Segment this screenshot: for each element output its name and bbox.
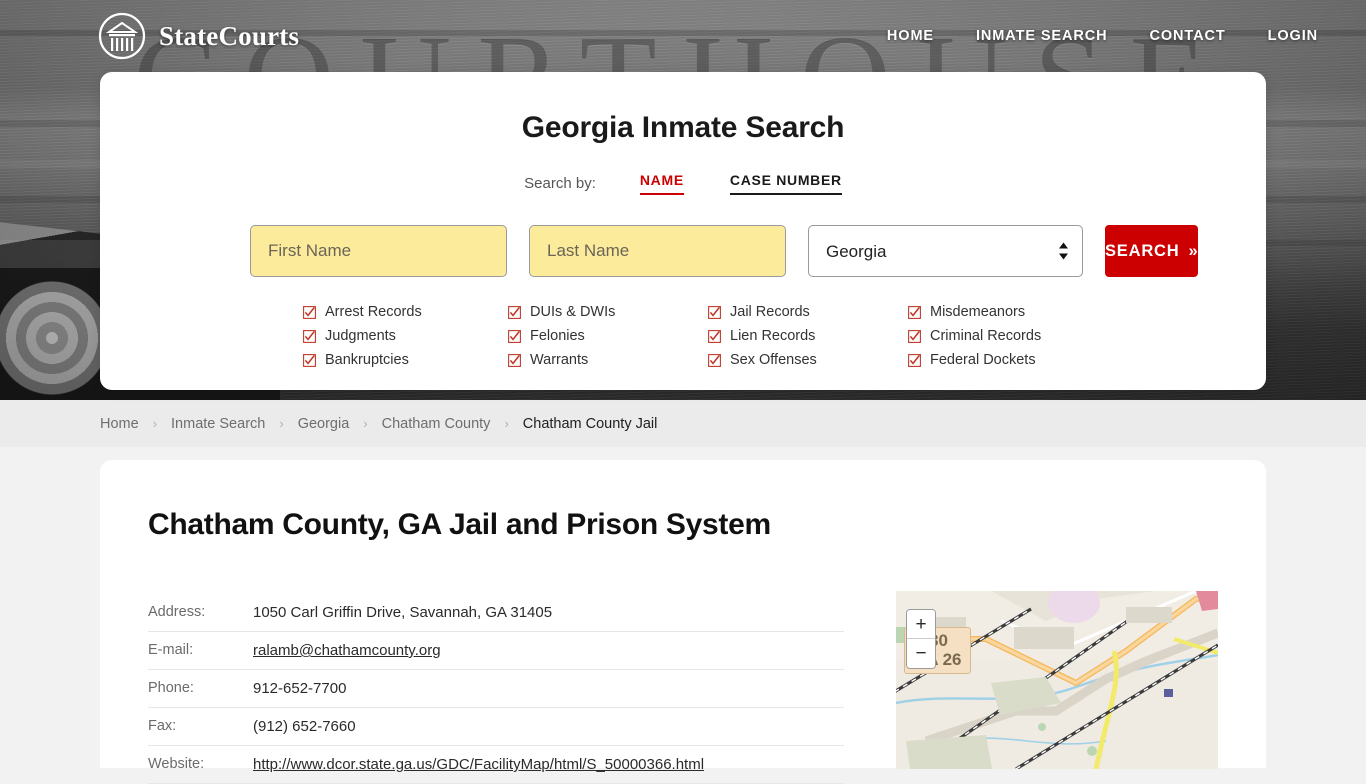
map-zoom-controls: + − <box>906 609 936 669</box>
checkbox-label: Misdemeanors <box>930 304 1026 320</box>
checked-checkbox-icon <box>303 305 316 319</box>
checked-checkbox-icon <box>908 329 921 343</box>
checkbox-label: Bankruptcies <box>325 352 409 368</box>
checkbox-federal-dockets[interactable]: Federal Dockets <box>908 351 1063 369</box>
double-chevron-right-icon: » <box>1188 241 1199 260</box>
facility-content-card: Chatham County, GA Jail and Prison Syste… <box>100 460 1266 784</box>
map-tiles <box>896 591 1218 769</box>
top-bar: StateCourts HOME INMATE SEARCH CONTACT L… <box>0 0 1366 72</box>
checkbox-label: Felonies <box>530 328 585 344</box>
map-zoom-out-button[interactable]: − <box>907 639 935 668</box>
state-select-wrapper: Georgia <box>808 225 1083 277</box>
checkbox-lien-records[interactable]: Lien Records <box>708 327 908 345</box>
detail-value-website: http://www.dcor.state.ga.us/GDC/Facility… <box>253 746 844 784</box>
checked-checkbox-icon <box>303 329 316 343</box>
checkbox-jail-records[interactable]: Jail Records <box>708 303 908 321</box>
search-card-title: Georgia Inmate Search <box>521 111 845 144</box>
checkbox-warrants[interactable]: Warrants <box>508 351 708 369</box>
checkbox-label: Criminal Records <box>930 328 1042 344</box>
checkbox-bankruptcies[interactable]: Bankruptcies <box>303 351 508 369</box>
facility-details-table: Address: 1050 Carl Griffin Drive, Savann… <box>148 594 844 784</box>
detail-value-email: ralamb@chathamcounty.org <box>253 632 844 670</box>
website-link[interactable]: http://www.dcor.state.ga.us/GDC/Facility… <box>253 756 704 773</box>
map-zoom-in-button[interactable]: + <box>907 610 935 639</box>
detail-label-fax: Fax: <box>148 718 177 734</box>
table-row: Phone: 912-652-7700 <box>148 670 844 708</box>
checkbox-label: DUIs & DWIs <box>530 304 616 320</box>
checkbox-label: Judgments <box>325 328 396 344</box>
checkbox-label: Federal Dockets <box>930 352 1036 368</box>
table-row: Website: http://www.dcor.state.ga.us/GDC… <box>148 746 844 784</box>
page-title: Chatham County, GA Jail and Prison Syste… <box>148 508 771 541</box>
detail-label-phone: Phone: <box>148 680 194 696</box>
checked-checkbox-icon <box>508 305 521 319</box>
detail-value-address: 1050 Carl Griffin Drive, Savannah, GA 31… <box>253 604 553 621</box>
last-name-input[interactable] <box>529 225 786 277</box>
checkbox-arrest-records[interactable]: Arrest Records <box>303 303 508 321</box>
email-link[interactable]: ralamb@chathamcounty.org <box>253 642 441 659</box>
breadcrumb-item-inmate-search[interactable]: Inmate Search <box>171 416 265 432</box>
table-row: Fax: (912) 652-7660 <box>148 708 844 746</box>
breadcrumb-item-georgia[interactable]: Georgia <box>298 416 350 432</box>
checkbox-misdemeanors[interactable]: Misdemeanors <box>908 303 1063 321</box>
breadcrumb-item-current: Chatham County Jail <box>522 415 658 432</box>
first-name-input[interactable] <box>250 225 507 277</box>
tab-search-by-case-number[interactable]: CASE NUMBER <box>729 172 842 195</box>
nav-item-home[interactable]: HOME <box>887 28 934 44</box>
detail-label-email: E-mail: <box>148 642 194 658</box>
search-form: Georgia SEARCH » <box>100 225 1266 277</box>
nav-item-login[interactable]: LOGIN <box>1268 28 1318 44</box>
checkbox-duis-dwis[interactable]: DUIs & DWIs <box>508 303 708 321</box>
chevron-right-icon: › <box>504 416 509 431</box>
search-submit-button[interactable]: SEARCH » <box>1105 225 1199 277</box>
checked-checkbox-icon <box>908 353 921 367</box>
inmate-search-card: Georgia Inmate Search Search by: NAME CA… <box>100 72 1266 390</box>
checkbox-label: Warrants <box>530 352 589 368</box>
brand-name: StateCourts <box>159 20 300 51</box>
table-row: Address: 1050 Carl Griffin Drive, Savann… <box>148 594 844 632</box>
breadcrumb: Home › Inmate Search › Georgia › Chatham… <box>0 400 1366 447</box>
breadcrumb-item-home[interactable]: Home <box>100 416 139 432</box>
chevron-right-icon: › <box>152 416 158 431</box>
detail-label-website: Website: <box>148 756 205 772</box>
checkbox-label: Lien Records <box>730 328 816 344</box>
chevron-right-icon: › <box>279 416 284 431</box>
chevron-right-icon: › <box>363 416 368 431</box>
checkbox-label: Jail Records <box>730 304 810 320</box>
main-navigation: HOME INMATE SEARCH CONTACT LOGIN <box>887 28 1318 44</box>
detail-value-fax: (912) 652-7660 <box>253 718 356 735</box>
search-button-label: SEARCH <box>1105 241 1180 260</box>
search-by-tabs: Search by: NAME CASE NUMBER <box>100 169 1266 195</box>
checkbox-label: Arrest Records <box>325 304 422 320</box>
nav-item-contact[interactable]: CONTACT <box>1149 28 1225 44</box>
checkbox-label: Sex Offenses <box>730 352 817 368</box>
checked-checkbox-icon <box>303 353 316 367</box>
checked-checkbox-icon <box>508 329 521 343</box>
checkbox-judgments[interactable]: Judgments <box>303 327 508 345</box>
courthouse-circle-icon <box>98 12 146 60</box>
checked-checkbox-icon <box>708 329 721 343</box>
breadcrumb-item-chatham-county[interactable]: Chatham County <box>382 416 491 432</box>
detail-label-address: Address: <box>148 604 206 620</box>
checkbox-criminal-records[interactable]: Criminal Records <box>908 327 1063 345</box>
checked-checkbox-icon <box>508 353 521 367</box>
checked-checkbox-icon <box>708 305 721 319</box>
checkbox-sex-offenses[interactable]: Sex Offenses <box>708 351 908 369</box>
checked-checkbox-icon <box>708 353 721 367</box>
search-by-label: Search by: <box>524 175 596 192</box>
facility-body: Address: 1050 Carl Griffin Drive, Savann… <box>148 591 1218 784</box>
table-row: E-mail: ralamb@chathamcounty.org <box>148 632 844 670</box>
brand-logo-link[interactable]: StateCourts <box>98 12 299 60</box>
nav-item-inmate-search[interactable]: INMATE SEARCH <box>976 28 1107 44</box>
tab-search-by-name[interactable]: NAME <box>639 172 684 195</box>
state-select[interactable]: Georgia <box>808 225 1083 277</box>
record-type-checkbox-grid: Arrest Records DUIs & DWIs Jail Records … <box>303 303 1063 369</box>
detail-value-phone: 912-652-7700 <box>253 680 347 697</box>
facility-location-map[interactable]: + − S 80 GA 26 <box>896 591 1218 769</box>
checked-checkbox-icon <box>908 305 921 319</box>
checkbox-felonies[interactable]: Felonies <box>508 327 708 345</box>
